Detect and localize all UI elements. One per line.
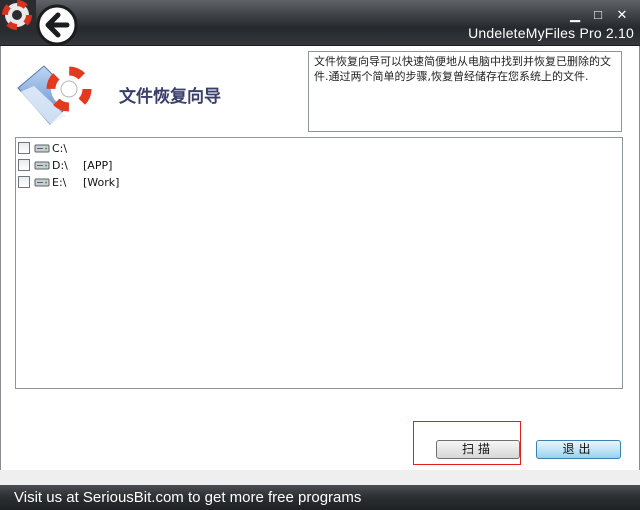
drive-icon — [34, 178, 50, 187]
footer-bar: Visit us at SeriousBit.com to get more f… — [0, 485, 640, 510]
drive-icon — [34, 161, 50, 170]
app-title: UndeleteMyFiles Pro 2.10 — [468, 25, 634, 41]
drive-label: [APP] — [83, 158, 113, 172]
drive-row-d[interactable]: D:\ [APP] — [18, 157, 112, 173]
folder-lifebuoy-icon — [17, 65, 92, 125]
wizard-title: 文件恢复向导 — [119, 87, 221, 107]
back-arrow-icon[interactable] — [34, 4, 80, 46]
title-bar: ▁ □ ✕ UndeleteMyFiles Pro 2.10 — [0, 0, 640, 46]
scan-button[interactable]: 扫描 — [436, 440, 520, 459]
drive-checkbox[interactable] — [18, 176, 30, 188]
drive-row-e[interactable]: E:\ [Work] — [18, 174, 119, 190]
minimize-button[interactable]: ▁ — [565, 8, 585, 22]
exit-button[interactable]: 退出 — [536, 440, 621, 459]
drive-letter: D:\ — [52, 158, 68, 172]
drive-letter: C:\ — [52, 141, 68, 155]
drive-letter: E:\ — [52, 175, 67, 189]
seriousbit-link[interactable]: Visit us at SeriousBit.com to get more f… — [14, 489, 361, 506]
drive-label: [Work] — [83, 175, 120, 189]
drive-checkbox[interactable] — [18, 159, 30, 171]
drive-list: C:\ D:\ [APP] E:\ [Work] — [15, 137, 623, 389]
lifebuoy-icon — [0, 0, 36, 32]
close-button[interactable]: ✕ — [612, 8, 632, 22]
description-box: 文件恢复向导可以快速简便地从电脑中找到并恢复已删除的文件.通过两个简单的步骤,恢… — [308, 51, 622, 132]
drive-checkbox[interactable] — [18, 142, 30, 154]
window-border-left — [0, 46, 1, 486]
drive-icon — [34, 144, 50, 153]
drive-row-c[interactable]: C:\ — [18, 140, 83, 156]
maximize-button[interactable]: □ — [588, 8, 608, 22]
